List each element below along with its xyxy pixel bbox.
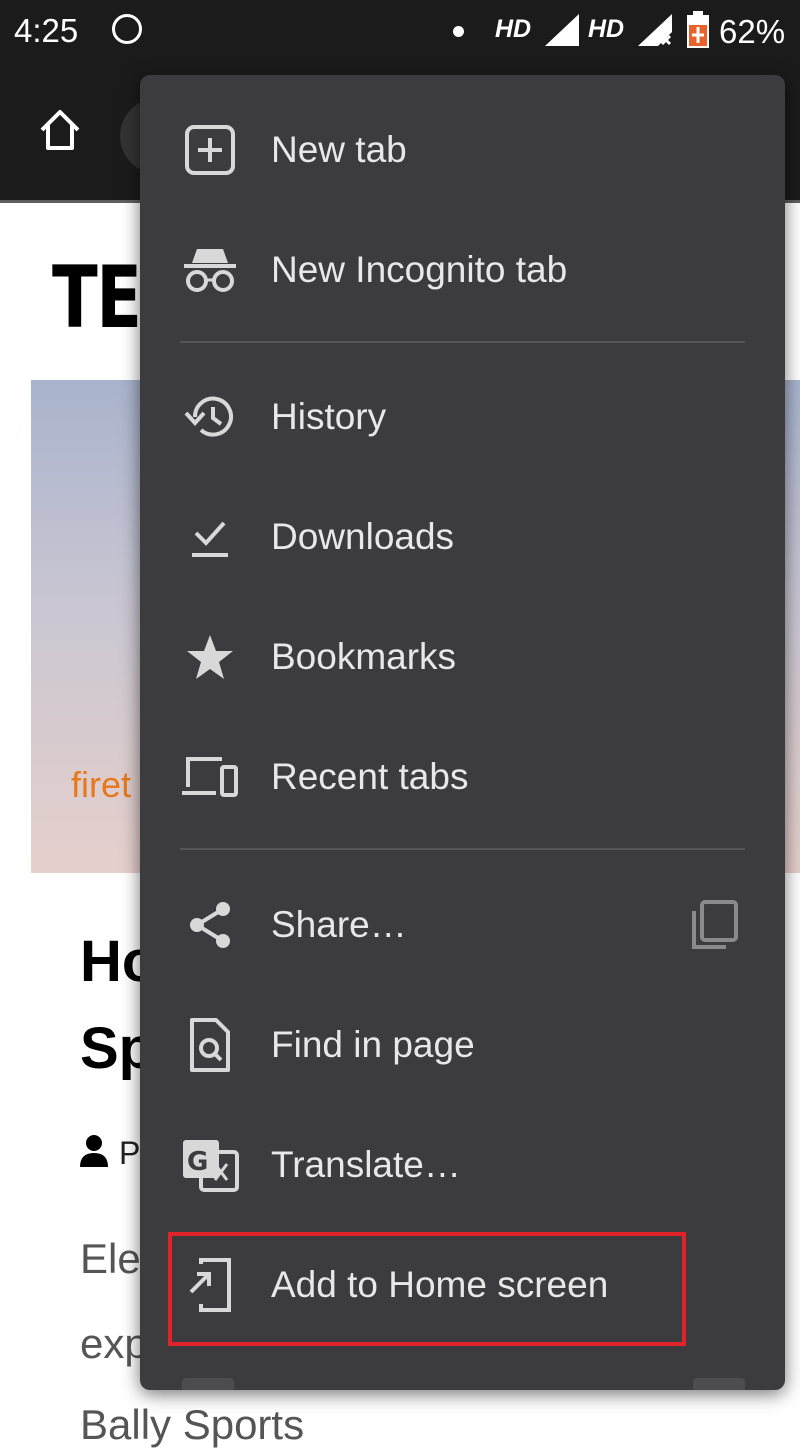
menu-item-translate[interactable]: G Translate… <box>140 1105 785 1225</box>
star-icon <box>178 625 242 689</box>
network-type-2: HD <box>588 15 625 43</box>
history-icon <box>178 385 242 449</box>
copy-icon[interactable] <box>688 899 740 951</box>
menu-item-label: New tab <box>271 129 407 170</box>
menu-item-find-in-page[interactable]: Find in page <box>140 985 785 1105</box>
battery-charging-icon <box>687 11 709 48</box>
menu-item-history[interactable]: History <box>140 357 785 477</box>
menu-item-label: Bookmarks <box>271 636 457 677</box>
menu-item-new-incognito-tab[interactable]: New Incognito tab <box>140 210 785 330</box>
menu-item-label: Recent tabs <box>271 756 469 797</box>
next-item-trailing-peek <box>693 1378 745 1390</box>
overflow-menu: New tab New Incognito tab History Downlo… <box>140 75 785 1390</box>
new-tab-icon <box>178 118 242 182</box>
excerpt-line-2: exp <box>80 1320 148 1367</box>
status-bar: 4:25 HD HD 62% <box>0 0 800 68</box>
author-name[interactable]: P <box>119 1135 140 1172</box>
battery-percent: 62% <box>719 13 786 50</box>
menu-item-label: Find in page <box>271 1024 475 1065</box>
circle-indicator-icon <box>112 14 142 44</box>
home-icon[interactable] <box>36 106 84 154</box>
highlight-annotation <box>168 1232 686 1346</box>
excerpt-line-3: Bally Sports <box>80 1401 305 1448</box>
menu-item-label: Translate… <box>271 1144 461 1185</box>
menu-item-recent-tabs[interactable]: Recent tabs <box>140 717 785 837</box>
menu-divider <box>180 341 745 343</box>
downloads-icon <box>178 505 242 569</box>
signal-icon <box>545 14 579 46</box>
status-time: 4:25 <box>14 12 79 49</box>
next-item-icon-peek <box>182 1378 234 1390</box>
menu-item-bookmarks[interactable]: Bookmarks <box>140 597 785 717</box>
notification-dot-icon <box>453 26 464 37</box>
menu-item-downloads[interactable]: Downloads <box>140 477 785 597</box>
translate-icon: G <box>178 1133 242 1197</box>
menu-divider <box>180 848 745 850</box>
menu-item-label: Downloads <box>271 516 455 557</box>
network-type-1: HD <box>495 15 532 43</box>
svg-text:G: G <box>187 1147 208 1177</box>
hero-brand-text: firet <box>71 764 132 805</box>
find-in-page-icon <box>178 1013 242 1077</box>
author-icon <box>80 1135 108 1167</box>
menu-item-share[interactable]: Share… <box>140 865 785 985</box>
incognito-icon <box>178 238 242 302</box>
share-icon <box>178 893 242 957</box>
menu-item-label: History <box>271 396 387 437</box>
signal-no-data-icon <box>638 14 672 46</box>
menu-item-label: New Incognito tab <box>271 249 568 290</box>
devices-icon <box>178 745 242 809</box>
excerpt-line-1: Ele <box>80 1235 141 1282</box>
menu-item-new-tab[interactable]: New tab <box>140 90 785 210</box>
menu-item-label: Share… <box>271 904 407 945</box>
